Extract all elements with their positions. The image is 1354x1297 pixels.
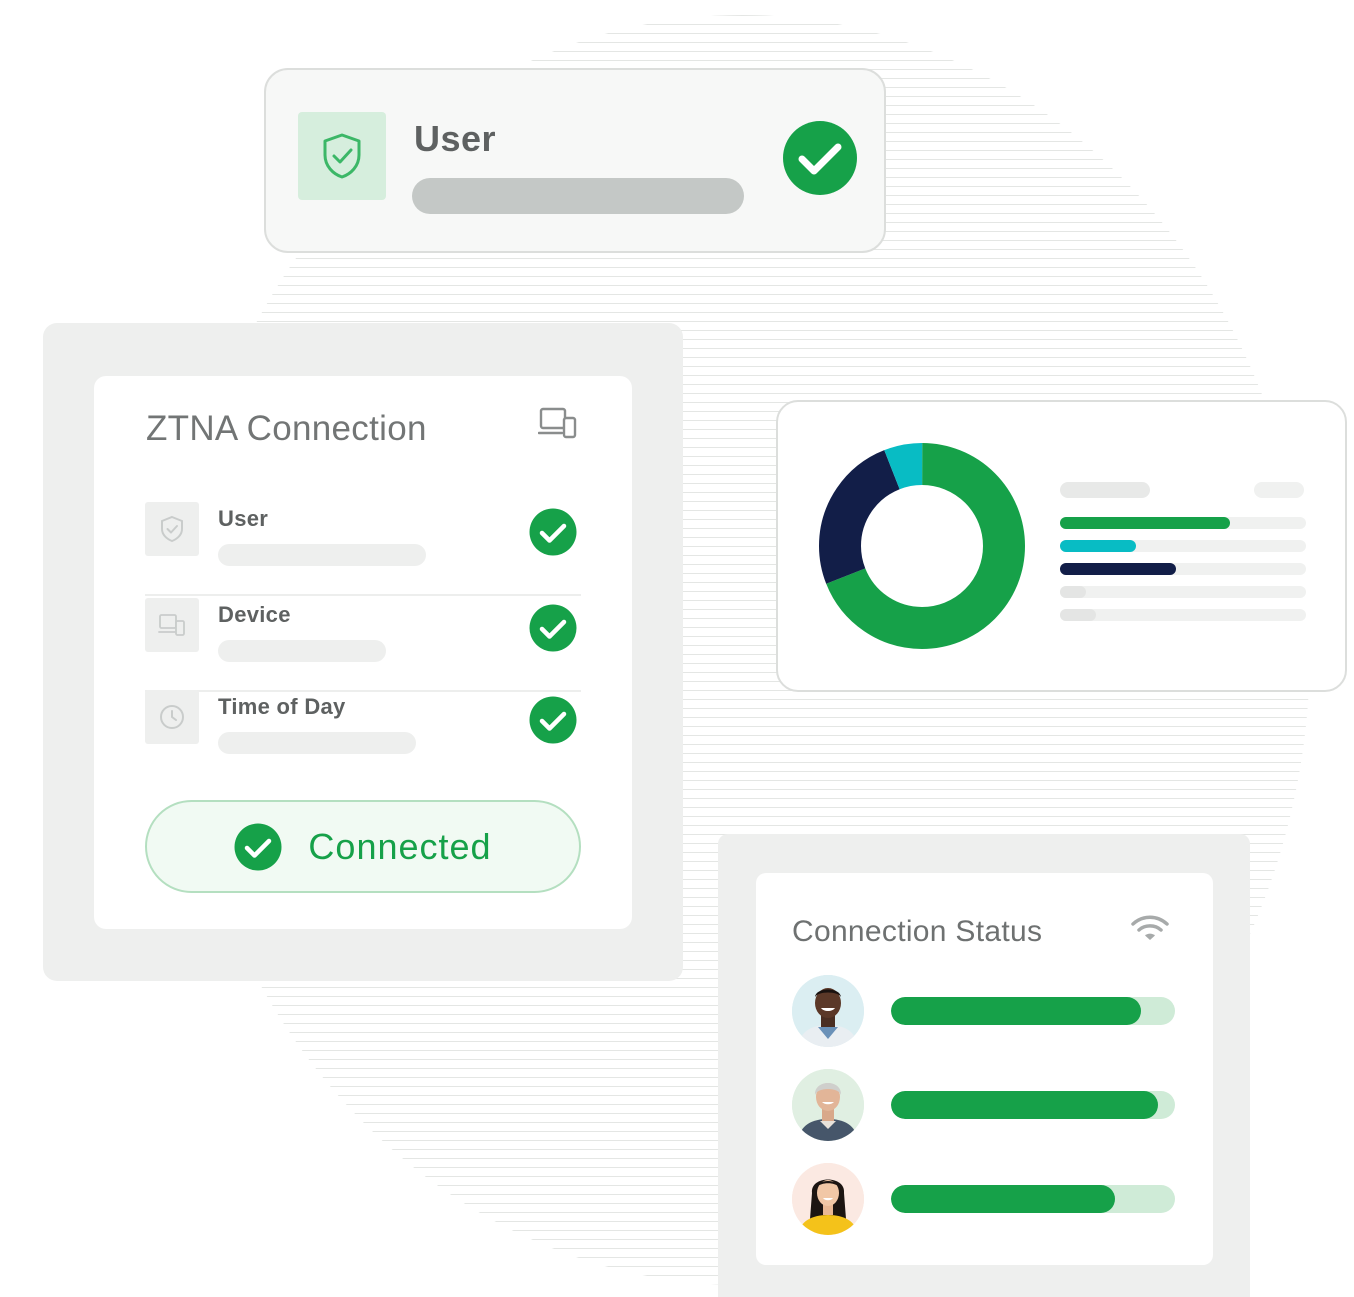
- connection-strength-fill: [891, 1091, 1158, 1119]
- connection-status-card: Connection Status: [756, 873, 1213, 1265]
- devices-icon: [145, 598, 199, 652]
- placeholder-bar: [1060, 482, 1150, 498]
- connected-button-label: Connected: [308, 825, 492, 867]
- chart-bar-track: [1060, 609, 1306, 621]
- illustration-stage: User ZTNA Connection User Device Time of…: [0, 0, 1354, 1297]
- connection-strength-bar: [891, 1091, 1175, 1119]
- check-row-label: Time of Day: [218, 694, 346, 719]
- chart-bar-track: [1060, 540, 1306, 552]
- avatar: [792, 1069, 864, 1141]
- connection-status-title: Connection Status: [792, 915, 1043, 948]
- placeholder-bar: [218, 640, 386, 662]
- chart-bar-fill-teal: [1060, 540, 1137, 552]
- check-circle-icon: [529, 696, 577, 749]
- placeholder-bar: [1060, 609, 1096, 621]
- check-circle-icon: [782, 120, 858, 201]
- chart-bar-fill-navy: [1060, 563, 1176, 575]
- shield-check-icon: [145, 502, 199, 556]
- chart-bar-track: [1060, 586, 1306, 598]
- wifi-icon: [1130, 913, 1170, 950]
- avatar: [792, 1163, 864, 1235]
- chart-bar-track: [1060, 517, 1306, 529]
- check-circle-icon: [234, 823, 282, 871]
- avatar: [792, 975, 864, 1047]
- devices-icon: [537, 406, 578, 445]
- ztna-connection-card: ZTNA Connection User Device Time of Day …: [94, 376, 632, 929]
- user-card-title: User: [414, 118, 497, 159]
- donut-chart-card: [776, 400, 1347, 692]
- placeholder-bar: [218, 544, 426, 566]
- placeholder-bar: [1254, 482, 1304, 498]
- donut-chart: [819, 443, 1025, 649]
- shield-check-icon: [298, 112, 386, 200]
- check-row-label: Device: [218, 602, 291, 627]
- connected-button[interactable]: Connected: [145, 800, 581, 893]
- check-circle-icon: [529, 508, 577, 561]
- chart-bar-track: [1060, 563, 1306, 575]
- placeholder-bar: [1060, 586, 1086, 598]
- check-row-time-of-day: Time of Day: [145, 690, 581, 782]
- placeholder-bar: [218, 732, 416, 754]
- check-row-device: Device: [145, 598, 581, 692]
- user-verification-card: User: [264, 68, 886, 253]
- clock-icon: [145, 690, 199, 744]
- check-row-label: User: [218, 506, 269, 531]
- connection-strength-bar: [891, 1185, 1175, 1213]
- check-circle-icon: [529, 604, 577, 657]
- check-row-user: User: [145, 502, 581, 596]
- connection-strength-fill: [891, 1185, 1116, 1213]
- connection-strength-fill: [891, 997, 1141, 1025]
- placeholder-bar: [412, 178, 744, 214]
- ztna-title: ZTNA Connection: [146, 409, 427, 448]
- chart-bar-fill-green: [1060, 517, 1230, 529]
- connection-strength-bar: [891, 997, 1175, 1025]
